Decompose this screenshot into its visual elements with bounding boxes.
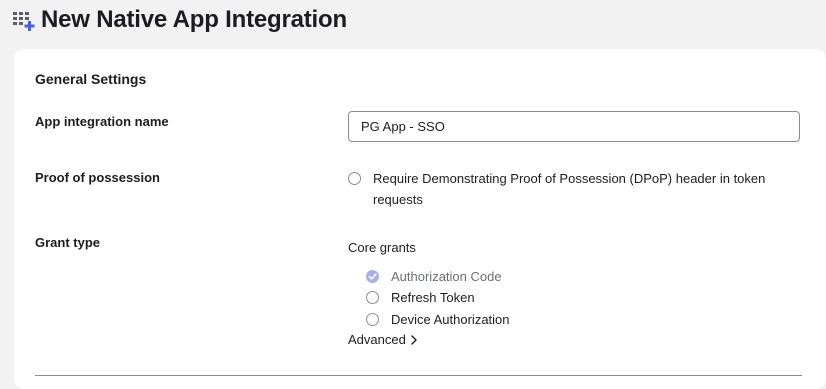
chevron-right-icon xyxy=(411,334,417,345)
page-header: New Native App Integration xyxy=(13,4,347,36)
divider xyxy=(35,375,802,376)
dpop-option[interactable]: Require Demonstrating Proof of Possessio… xyxy=(348,171,798,210)
authorization-code-checkbox xyxy=(366,270,379,283)
general-settings-card: General Settings App integration name Pr… xyxy=(14,49,826,389)
checkmark-icon xyxy=(368,273,377,280)
advanced-label: Advanced xyxy=(348,332,406,347)
grant-label: Device Authorization xyxy=(391,312,510,327)
core-grants-label: Core grants xyxy=(348,240,416,255)
grant-label: Refresh Token xyxy=(391,290,475,305)
grant-type-label: Grant type xyxy=(35,235,101,250)
section-title: General Settings xyxy=(35,71,147,87)
app-name-label: App integration name xyxy=(35,114,169,129)
dpop-checkbox[interactable] xyxy=(348,172,361,185)
device-authorization-checkbox[interactable] xyxy=(366,313,379,326)
page-title: New Native App Integration xyxy=(41,6,347,33)
refresh-token-checkbox[interactable] xyxy=(366,291,379,304)
grant-refresh-token[interactable]: Refresh Token xyxy=(366,290,475,305)
grant-authorization-code: Authorization Code xyxy=(366,269,502,284)
grant-label: Authorization Code xyxy=(391,269,502,284)
grant-device-authorization[interactable]: Device Authorization xyxy=(366,312,510,327)
app-grid-add-icon xyxy=(13,12,35,31)
advanced-toggle[interactable]: Advanced xyxy=(348,332,418,347)
proof-of-possession-label: Proof of possession xyxy=(35,170,160,185)
dpop-checkbox-label: Require Demonstrating Proof of Possessio… xyxy=(373,171,766,207)
app-name-input[interactable] xyxy=(348,111,800,142)
